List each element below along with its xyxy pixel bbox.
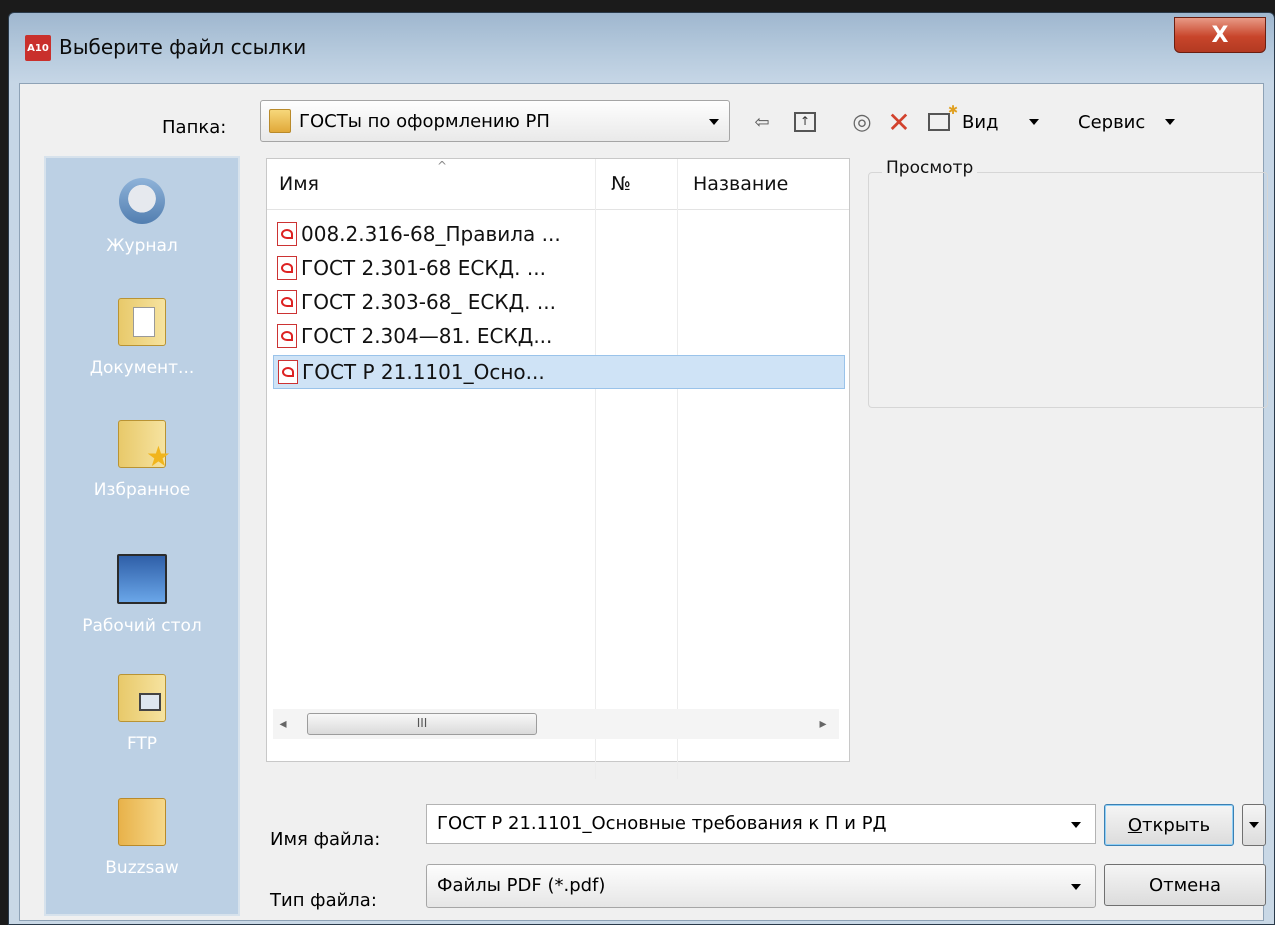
pdf-icon	[277, 290, 297, 314]
file-row[interactable]: ГОСТ 2.303-68_ ЕСКД. ...	[277, 285, 837, 319]
scroll-thumb[interactable]: III	[307, 713, 537, 735]
file-row[interactable]: 008.2.316-68_Правила ...	[277, 217, 837, 251]
search-web-button[interactable]: ◎	[845, 108, 879, 136]
documents-folder-icon	[118, 298, 166, 346]
file-dialog-window: A10 Выберите файл ссылки X Папка: ГОСТы …	[8, 12, 1275, 925]
chevron-down-icon	[709, 119, 719, 125]
place-label: Журнал	[106, 236, 178, 256]
cancel-button[interactable]: Отмена	[1104, 864, 1266, 906]
open-button[interactable]: Открыть	[1104, 804, 1234, 846]
delete-button[interactable]: ✕	[882, 105, 916, 139]
column-header-name[interactable]: Имя	[279, 173, 319, 195]
place-label: Buzzsaw	[105, 858, 179, 878]
preview-label: Просмотр	[882, 158, 978, 178]
file-name: ГОСТ 2.304—81. ЕСКД...	[301, 324, 553, 348]
favorites-folder-icon	[118, 420, 171, 473]
preview-pane	[868, 172, 1268, 408]
desktop-icon	[117, 554, 167, 604]
file-name: ГОСТ 2.303-68_ ЕСКД. ...	[301, 290, 556, 314]
filename-value: ГОСТ Р 21.1101_Основные требования к П и…	[437, 813, 887, 834]
file-row-selected[interactable]: ГОСТ Р 21.1101_Осно...	[273, 355, 845, 389]
new-folder-button[interactable]	[922, 103, 958, 136]
pdf-icon	[277, 256, 297, 280]
search-web-icon: ◎	[852, 109, 872, 135]
place-desktop[interactable]: Рабочий стол	[46, 554, 238, 636]
up-folder-button[interactable]: ↑	[788, 108, 822, 136]
column-header-title[interactable]: Название	[693, 173, 788, 195]
place-history[interactable]: Журнал	[46, 178, 238, 256]
filename-field[interactable]: ГОСТ Р 21.1101_Основные требования к П и…	[426, 804, 1096, 844]
file-list[interactable]: ^ Имя № Название 008.2.316-68_Правила ..…	[266, 158, 850, 779]
close-icon: X	[1211, 22, 1229, 48]
pdf-icon	[277, 324, 297, 348]
place-label: Избранное	[93, 480, 191, 500]
dialog-client-area: Папка: ГОСТы по оформлению РП ⇦ ↑ ◎ ✕ Ви…	[19, 83, 1268, 921]
place-label: Рабочий стол	[82, 616, 202, 636]
back-button[interactable]: ⇦	[745, 108, 779, 136]
list-header: ^ Имя № Название	[267, 159, 849, 210]
view-menu[interactable]: Вид	[962, 108, 1062, 136]
place-label: Документ...	[89, 358, 195, 378]
ftp-folder-icon	[118, 674, 166, 722]
back-icon: ⇦	[754, 111, 770, 133]
delete-icon: ✕	[887, 105, 911, 139]
pdf-icon	[277, 222, 297, 246]
history-icon	[119, 178, 165, 224]
column-header-number[interactable]: №	[611, 173, 631, 195]
chevron-down-icon	[1249, 822, 1259, 828]
filetype-value: Файлы PDF (*.pdf)	[437, 875, 606, 896]
title-bar[interactable]: A10 Выберите файл ссылки X	[9, 13, 1274, 83]
place-ftp[interactable]: FTP	[46, 674, 238, 754]
folder-dropdown-value: ГОСТы по оформлению РП	[299, 111, 550, 132]
folder-label: Папка:	[162, 117, 227, 138]
cancel-button-label: Отмена	[1148, 874, 1222, 896]
close-button[interactable]: X	[1174, 17, 1266, 53]
file-name: 008.2.316-68_Правила ...	[301, 222, 561, 246]
place-documents[interactable]: Документ...	[46, 298, 238, 378]
open-options-button[interactable]	[1242, 804, 1266, 846]
place-favorites[interactable]: Избранное	[46, 420, 238, 500]
place-buzzsaw[interactable]: Buzzsaw	[46, 798, 238, 878]
file-row[interactable]: ГОСТ 2.301-68 ЕСКД. ...	[277, 251, 837, 285]
filename-label: Имя файла:	[270, 829, 381, 850]
places-bar: Журнал Документ... Избранное Рабочий сто…	[44, 156, 240, 916]
horizontal-scrollbar[interactable]: ◂ III ▸	[273, 709, 839, 739]
scroll-right-icon[interactable]: ▸	[813, 713, 833, 735]
service-menu[interactable]: Сервис	[1078, 108, 1253, 136]
window-title: Выберите файл ссылки	[59, 35, 307, 59]
filetype-dropdown[interactable]: Файлы PDF (*.pdf)	[426, 864, 1096, 908]
file-row[interactable]: ГОСТ 2.304—81. ЕСКД...	[277, 319, 837, 353]
filetype-label: Тип файла:	[270, 890, 377, 911]
new-folder-icon	[928, 103, 958, 131]
chevron-down-icon	[1071, 884, 1081, 890]
up-folder-icon: ↑	[794, 112, 816, 132]
pdf-icon	[278, 360, 298, 384]
file-name: ГОСТ Р 21.1101_Осно...	[302, 360, 545, 384]
view-menu-label: Вид	[962, 111, 999, 133]
file-name: ГОСТ 2.301-68 ЕСКД. ...	[301, 256, 546, 280]
folder-icon	[269, 109, 291, 133]
service-menu-label: Сервис	[1078, 111, 1146, 133]
chevron-down-icon	[1165, 119, 1176, 125]
place-label: FTP	[126, 734, 158, 754]
chevron-down-icon[interactable]	[1071, 822, 1081, 828]
sort-ascending-icon: ^	[437, 159, 448, 173]
scroll-left-icon[interactable]: ◂	[273, 713, 293, 735]
chevron-down-icon	[1028, 119, 1039, 125]
open-button-label: Открыть	[1127, 814, 1211, 836]
folder-dropdown[interactable]: ГОСТы по оформлению РП	[260, 100, 730, 142]
buzzsaw-folder-icon	[118, 798, 166, 846]
autocad-app-icon: A10	[25, 35, 51, 61]
